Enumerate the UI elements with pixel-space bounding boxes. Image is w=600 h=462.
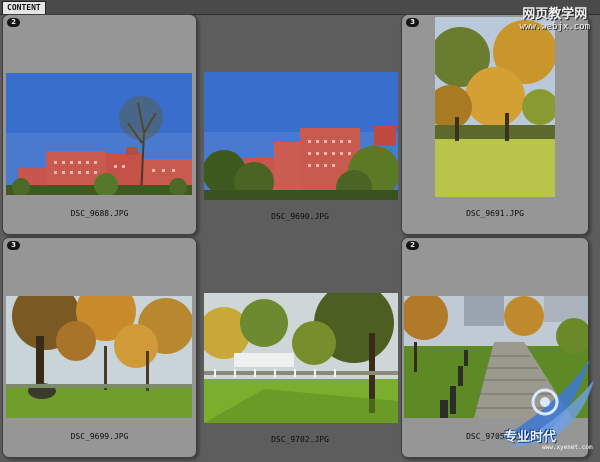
stack-count-badge[interactable]: 3 xyxy=(406,18,419,27)
watermark-top-text: 网页教学网 xyxy=(522,7,588,22)
thumbnail-card[interactable]: DSC_9690.JPG xyxy=(200,14,400,233)
file-name: DSC_9691.JPG xyxy=(466,209,524,218)
file-name: DSC_9688.JPG xyxy=(70,209,129,218)
watermark-top-url: www.webjx.com xyxy=(519,22,590,32)
thumbnail-card[interactable]: DSC_9702.JPG xyxy=(200,237,400,456)
thumbnail-card[interactable]: 3 DSC_9699.JPG xyxy=(2,237,197,458)
photo-thumbnail[interactable] xyxy=(6,296,192,418)
photo-thumbnail[interactable] xyxy=(435,17,555,197)
watermark-top: 网页教学网 www.webjx.com xyxy=(519,7,590,33)
tab-content[interactable]: CONTENT xyxy=(2,1,46,14)
stack-count-badge[interactable]: 3 xyxy=(7,241,20,250)
file-name: DSC_9702.JPG xyxy=(271,435,329,444)
photo-thumbnail[interactable] xyxy=(6,73,192,195)
file-name: DSC_9690.JPG xyxy=(271,212,329,221)
thumbnail-card[interactable]: 2 DSC_9688.JPG xyxy=(2,14,197,235)
watermark-bottom: 专业时代 www.xyenet.com xyxy=(490,360,600,460)
stack-count-badge[interactable]: 2 xyxy=(406,241,419,250)
photo-thumbnail[interactable] xyxy=(204,293,398,423)
stack-count-badge[interactable]: 2 xyxy=(7,18,20,27)
watermark-bottom-url: www.xyenet.com xyxy=(542,444,593,451)
photo-thumbnail[interactable] xyxy=(204,72,398,200)
watermark-bottom-text: 专业时代 xyxy=(504,430,557,445)
top-bar: CONTENT xyxy=(0,0,600,15)
thumbnail-card[interactable]: 3 DSC_9691.JPG xyxy=(401,14,589,235)
file-name: DSC_9699.JPG xyxy=(70,432,129,441)
